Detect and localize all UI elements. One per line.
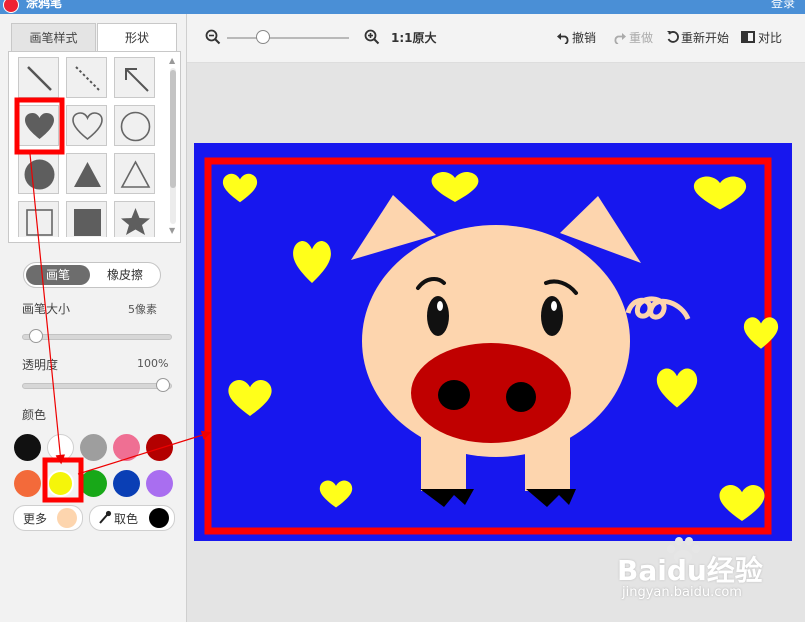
tab-brush-style[interactable]: 画笔样式 — [11, 23, 96, 53]
opacity-slider[interactable] — [22, 383, 172, 389]
undo-icon[interactable] — [556, 30, 570, 45]
shape-heart-filled[interactable] — [18, 105, 59, 146]
app-logo-icon — [3, 0, 19, 13]
title-bar: 涂鸦笔 登录 — [0, 0, 805, 14]
zoom-slider-knob[interactable] — [256, 30, 270, 44]
color-swatch[interactable] — [14, 434, 41, 461]
brush-size-slider-knob[interactable] — [29, 329, 43, 343]
color-swatch[interactable] — [113, 470, 140, 497]
login-link[interactable]: 登录 — [771, 0, 795, 11]
zoom-actual-size-button[interactable]: 1:1原大 — [391, 29, 437, 46]
zoom-out-icon[interactable] — [205, 29, 221, 45]
shape-heart-outline[interactable] — [66, 105, 107, 146]
zoom-slider[interactable] — [227, 37, 349, 39]
redo-button[interactable]: 重做 — [629, 29, 653, 46]
tool-toggle: 画笔 橡皮擦 — [23, 262, 161, 288]
color-swatch[interactable] — [47, 470, 74, 497]
brush-size-label: 画笔大小 — [22, 302, 71, 316]
restart-icon[interactable] — [666, 30, 680, 44]
shape-square-filled[interactable] — [66, 201, 107, 237]
shape-arrow[interactable] — [114, 57, 155, 98]
watermark-url: jingyan.baidu.com — [622, 585, 742, 600]
shape-triangle-outline[interactable] — [114, 153, 155, 194]
pig-left-eye — [427, 296, 449, 336]
more-colors-button[interactable]: 更多 — [13, 505, 83, 531]
compare-icon[interactable] — [741, 31, 755, 43]
compare-button[interactable]: 对比 — [758, 29, 782, 46]
drawing-canvas[interactable] — [194, 143, 792, 541]
color-picker-label: 取色 — [114, 512, 139, 526]
tab-shape[interactable]: 形状 — [97, 23, 177, 53]
eyedropper-icon — [98, 509, 112, 525]
watermark-brand: Baidu经验 — [617, 554, 763, 587]
undo-button[interactable]: 撤销 — [572, 29, 596, 46]
shape-dashed-line[interactable] — [66, 57, 107, 98]
pig-left-nostril — [438, 380, 470, 410]
scroll-thumb[interactable] — [170, 70, 176, 188]
opacity-value: 100% — [137, 357, 169, 370]
color-picker-button[interactable]: 取色 — [89, 505, 175, 531]
shape-grid — [18, 57, 166, 237]
shape-scrollbar[interactable]: ▲ ▼ — [169, 56, 177, 236]
shape-square-outline[interactable] — [18, 201, 59, 237]
more-colors-label: 更多 — [23, 512, 48, 526]
eraser-toggle-button[interactable]: 橡皮擦 — [92, 263, 158, 287]
pig-right-eye — [541, 296, 563, 336]
color-swatch[interactable] — [14, 470, 41, 497]
color-swatch[interactable] — [146, 470, 173, 497]
shape-circle-filled[interactable] — [18, 153, 59, 194]
shape-circle-outline[interactable] — [114, 105, 155, 146]
restart-button[interactable]: 重新开始 — [681, 29, 729, 46]
zoom-in-icon[interactable] — [364, 29, 380, 45]
baidu-jingyan-watermark: Baidu经验 jingyan.baidu.com — [617, 535, 797, 605]
left-panel: 画笔样式 形状 ▲ ▼ 画笔 橡皮擦 画笔大小 5像素 透明度 100% 颜色 … — [0, 14, 187, 622]
picked-color-swatch — [149, 508, 169, 528]
pig-right-eye-shine — [551, 301, 557, 311]
window-title: 涂鸦笔 — [26, 0, 63, 10]
color-swatch[interactable] — [47, 434, 74, 461]
shape-line[interactable] — [18, 57, 59, 98]
scroll-down-icon[interactable]: ▼ — [169, 226, 175, 235]
opacity-slider-knob[interactable] — [156, 378, 170, 392]
scroll-up-icon[interactable]: ▲ — [169, 56, 175, 65]
shape-star-filled[interactable] — [114, 201, 155, 237]
pig-left-eye-shine — [437, 301, 443, 311]
brush-size-slider[interactable] — [22, 334, 172, 340]
color-swatch[interactable] — [80, 470, 107, 497]
redo-icon[interactable] — [613, 30, 627, 45]
color-swatch[interactable] — [80, 434, 107, 461]
pig-right-nostril — [506, 382, 536, 412]
pig-snout — [411, 343, 571, 443]
pen-toggle-button[interactable]: 画笔 — [26, 265, 90, 285]
color-swatch[interactable] — [146, 434, 173, 461]
shape-panel: ▲ ▼ — [8, 51, 181, 243]
more-color-swatch — [57, 508, 77, 528]
shape-triangle-filled[interactable] — [66, 153, 107, 194]
color-label: 颜色 — [22, 408, 47, 422]
opacity-label: 透明度 — [22, 358, 59, 372]
color-swatch[interactable] — [113, 434, 140, 461]
brush-size-value: 5像素 — [128, 303, 157, 316]
top-toolbar: 1:1原大 撤销 重做 重新开始 对比 — [187, 14, 805, 63]
